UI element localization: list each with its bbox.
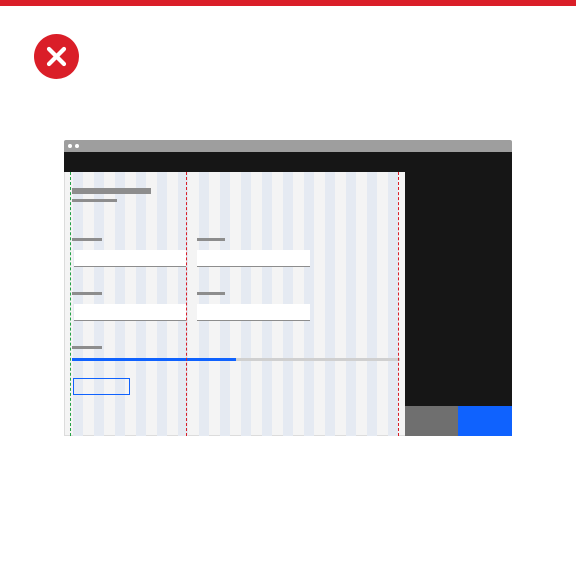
side-panel xyxy=(405,172,512,436)
text-field[interactable] xyxy=(74,304,186,321)
grid-column xyxy=(388,172,398,436)
column-guide-line-red xyxy=(186,172,187,436)
margin-guide-line-green xyxy=(70,172,71,436)
page-title-placeholder xyxy=(72,188,151,194)
progress-bar-fill xyxy=(72,358,236,361)
close-icon xyxy=(46,46,67,67)
grid-column xyxy=(325,172,335,436)
window-control-dot xyxy=(75,144,79,148)
column-guide-line-red xyxy=(398,172,399,436)
text-field[interactable] xyxy=(74,250,186,267)
text-field[interactable] xyxy=(197,304,310,321)
outline-button[interactable] xyxy=(73,378,130,395)
text-field[interactable] xyxy=(197,250,310,267)
secondary-button[interactable] xyxy=(405,406,458,436)
window-title-bar xyxy=(64,140,512,152)
primary-button[interactable] xyxy=(458,406,512,436)
field-label-placeholder xyxy=(197,292,225,295)
progress-bar-track xyxy=(72,358,400,361)
grid-column xyxy=(367,172,377,436)
progress-label-placeholder xyxy=(72,346,102,349)
field-label-placeholder xyxy=(72,292,102,295)
window-control-dot xyxy=(68,144,72,148)
grid-column xyxy=(346,172,356,436)
field-label-placeholder xyxy=(197,238,225,241)
app-header-bar xyxy=(64,152,512,172)
form-content-area xyxy=(64,172,405,436)
error-status-badge xyxy=(34,34,79,79)
app-window-mockup xyxy=(64,140,512,436)
page-subtitle-placeholder xyxy=(72,199,117,202)
field-label-placeholder xyxy=(72,238,102,241)
top-accent-bar xyxy=(0,0,576,6)
